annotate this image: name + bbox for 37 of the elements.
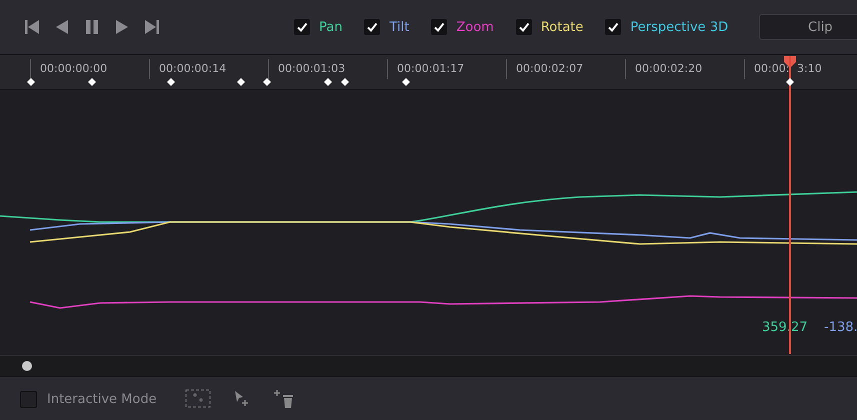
scroll-handle[interactable] [22, 361, 32, 371]
timecode-label: 00:00:00:00 [40, 62, 108, 75]
checkbox[interactable] [20, 390, 37, 408]
timecode-label: 00:00:01:17 [397, 62, 464, 75]
checkbox[interactable] [605, 19, 622, 35]
checkbox[interactable] [431, 19, 448, 35]
channel-label: Perspective 3D [630, 20, 728, 34]
interactive-mode-label: Interactive Mode [47, 392, 157, 406]
timecode-label: 00:00:02:20 [635, 62, 702, 75]
keyframe-icon[interactable] [263, 78, 271, 86]
channel-label: Tilt [389, 20, 410, 34]
timecode-label: 00:00:00:14 [159, 62, 226, 75]
keyframe-icon[interactable] [341, 78, 349, 86]
channel-label: Rotate [540, 20, 584, 34]
checkbox[interactable] [364, 19, 380, 35]
checkbox[interactable] [516, 19, 532, 35]
timecode-label: 00:00: [754, 62, 790, 75]
keyframe-icon[interactable] [324, 78, 332, 86]
keyframe-icon[interactable] [237, 78, 245, 86]
timecode-label: 00:00:02:07 [516, 62, 584, 75]
checkbox[interactable] [294, 19, 310, 35]
select-box-icon[interactable] [184, 389, 211, 409]
value-readout: -138. [824, 320, 857, 335]
timecode-label: 00:00:01:03 [278, 62, 346, 75]
channel-label: Pan [319, 20, 342, 34]
clip-button[interactable]: Clip [759, 14, 857, 40]
pointer-add-icon[interactable] [232, 389, 251, 409]
delete-keyframe-icon[interactable] [272, 389, 295, 409]
keyframe-icon[interactable] [88, 78, 96, 86]
keyframe-icon[interactable] [27, 78, 35, 86]
last-button[interactable] [142, 19, 162, 35]
keyframe-icon[interactable] [402, 78, 410, 86]
keyframe-icon[interactable] [167, 78, 175, 86]
timecode-label: 3:10 [797, 62, 822, 75]
keyframe-icon[interactable] [786, 78, 794, 86]
channel-label: Zoom [456, 20, 494, 34]
first-button[interactable] [22, 19, 42, 35]
